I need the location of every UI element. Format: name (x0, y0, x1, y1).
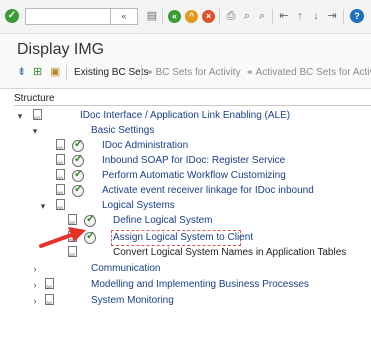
tree-node-label: IDoc Interface / Application Link Enabli… (80, 110, 291, 121)
execute-activity-icon[interactable]: ✓ (72, 168, 86, 183)
tree-node-event-receiver-linkage[interactable]: ôõ ✓ Activate event receiver linkage for… (0, 183, 371, 198)
find-next-icon[interactable]: ⌕ (256, 10, 268, 23)
collapse-icon[interactable]: ▾ (15, 110, 25, 122)
toolbar-separator (162, 9, 163, 24)
application-toolbar: ⇟ ⊞ ▣ Existing BC Sets ⚭ BC Sets for Acti… (0, 62, 371, 84)
page-title: Display IMG (17, 41, 105, 58)
documentation-icon[interactable]: ôõ (44, 294, 56, 308)
documentation-icon[interactable]: ôõ (44, 278, 56, 292)
download-icon[interactable]: ⊞ (33, 66, 42, 79)
documentation-icon[interactable]: ôõ (55, 199, 67, 213)
clipboard-icon[interactable]: ▣ (50, 66, 60, 79)
execute-activity-icon[interactable]: ✓ (72, 153, 86, 168)
tree-node-label: IDoc Administration (102, 140, 189, 151)
tree-node-label: Convert Logical System Names in Applicat… (113, 247, 347, 258)
tree-node-label: System Monitoring (91, 295, 174, 306)
expand-icon[interactable]: › (30, 263, 40, 275)
collapse-icon[interactable]: ▾ (30, 125, 40, 137)
structure-header: Structure (14, 93, 55, 104)
previous-page-icon[interactable]: ↑ (294, 10, 306, 23)
tree-node-label: Perform Automatic Workflow Customizing (102, 170, 286, 181)
back-icon[interactable]: « (168, 10, 181, 23)
exit-icon[interactable]: ^ (185, 10, 198, 23)
tree-node-label: Assign Logical System to Client (113, 232, 254, 243)
command-field-dropdown[interactable]: « (110, 8, 138, 25)
documentation-icon[interactable]: ôõ (55, 169, 67, 183)
red-arrow-annotation (39, 227, 86, 248)
tree-node-label: Basic Settings (91, 125, 155, 136)
documentation-icon[interactable]: ôõ (55, 139, 67, 153)
toolbar-separator (343, 9, 344, 24)
help-icon[interactable]: ? (350, 9, 364, 23)
execute-activity-icon[interactable]: ✓ (72, 138, 86, 153)
tree-node-label: Modelling and Implementing Business Proc… (91, 279, 309, 290)
tree-node-idoc-administration[interactable]: ôõ ✓ IDoc Administration (0, 138, 371, 153)
tree-node-label: Communication (91, 263, 161, 274)
tree-node-label: Logical Systems (102, 200, 175, 211)
toolbar-separator (219, 9, 220, 24)
toolbar-separator (141, 65, 142, 80)
existing-bc-sets-button[interactable]: Existing BC Sets (74, 66, 148, 79)
expand-icon[interactable]: › (30, 295, 40, 307)
system-toolbar: ✓ « ▤ « ^ × ⎙ ⌕ ⌕ ⇤ ↑ ↓ ⇥ ? (0, 0, 371, 34)
cancel-icon[interactable]: × (202, 10, 215, 23)
tree-node-logical-systems[interactable]: ▾ ôõ Logical Systems (0, 199, 371, 213)
tree-node-communication[interactable]: › Communication (0, 262, 371, 276)
toolbar-separator (66, 65, 67, 80)
print-icon[interactable]: ⎙ (225, 10, 237, 23)
activated-bc-sets-button[interactable]: ⚭Activated BC Sets for Activity (246, 66, 371, 79)
enter-button[interactable]: ✓ (5, 9, 19, 23)
execute-activity-icon[interactable]: ✓ (72, 183, 86, 198)
tree-node-label: Inbound SOAP for IDoc: Register Service (102, 155, 286, 166)
next-page-icon[interactable]: ↓ (310, 10, 322, 23)
last-page-icon[interactable]: ⇥ (326, 10, 338, 23)
bc-sets-for-activity-button[interactable]: ⚭ BC Sets for Activity (146, 66, 241, 79)
first-page-icon[interactable]: ⇤ (278, 10, 290, 23)
documentation-icon[interactable]: ôõ (55, 154, 67, 168)
bc-set-icon: ⚭ (246, 67, 254, 77)
tree-node-label: Activate event receiver linkage for IDoc… (102, 185, 314, 196)
find-icon[interactable]: ⌕ (241, 10, 253, 23)
header-divider (14, 105, 371, 106)
bc-set-icon: ⚭ (146, 67, 154, 77)
tree-node-idoc-interface[interactable]: ▾ ôõ IDoc Interface / Application Link E… (0, 109, 371, 123)
expand-icon[interactable]: › (30, 279, 40, 291)
documentation-icon[interactable]: ôõ (32, 109, 44, 123)
save-icon[interactable]: ▤ (146, 10, 158, 23)
tree-node-inbound-soap[interactable]: ôõ ✓ Inbound SOAP for IDoc: Register Ser… (0, 153, 371, 168)
tree-node-workflow-customizing[interactable]: ôõ ✓ Perform Automatic Workflow Customiz… (0, 168, 371, 183)
tree-node-modelling-business-processes[interactable]: › ôõ Modelling and Implementing Business… (0, 278, 371, 292)
collapse-icon[interactable]: ▾ (38, 200, 48, 212)
bc-sets-for-activity-label: BC Sets for Activity (155, 67, 241, 78)
filter-icon[interactable]: ⇟ (17, 66, 26, 79)
tree-node-basic-settings[interactable]: ▾ Basic Settings (0, 124, 371, 138)
documentation-icon[interactable]: ôõ (55, 184, 67, 198)
toolbar-separator (272, 9, 273, 24)
tree-node-label: Define Logical System (113, 215, 213, 226)
activated-bc-sets-label: Activated BC Sets for Activity (255, 67, 371, 78)
tree-node-system-monitoring[interactable]: › ôõ System Monitoring (0, 294, 371, 308)
